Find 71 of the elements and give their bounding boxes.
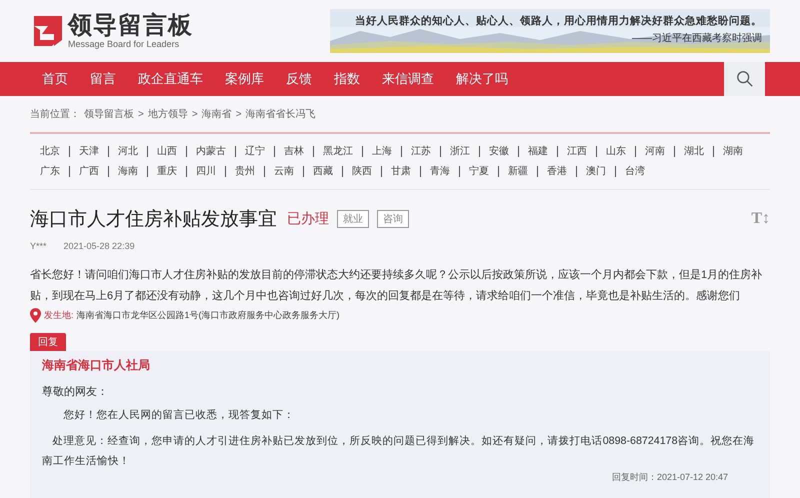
site-title: 领导留言板 (68, 13, 193, 39)
nav-link[interactable]: 案例库 (214, 62, 275, 96)
region-link[interactable]: 河南 (635, 146, 674, 156)
region-link[interactable]: 甘肃 (381, 166, 420, 176)
region-link[interactable]: 新疆 (498, 166, 537, 176)
nav-link[interactable]: 首页 (30, 62, 79, 96)
region-link[interactable]: 广西 (69, 166, 108, 176)
region-link[interactable]: 安徽 (479, 146, 518, 156)
region-link[interactable]: 江西 (557, 146, 596, 156)
region-link[interactable]: 江苏 (401, 146, 440, 156)
banner-quote-source: ——习近平在西藏考察时强调 (632, 32, 762, 45)
region-link[interactable]: 北京 (40, 146, 69, 156)
category-tag[interactable]: 咨询 (377, 210, 409, 228)
region-link[interactable]: 香港 (537, 166, 576, 176)
location-pin-icon (30, 308, 41, 323)
breadcrumb-label: 当前位置： (30, 108, 80, 121)
region-link[interactable]: 黑龙江 (313, 146, 362, 156)
region-link[interactable]: 内蒙古 (186, 146, 235, 156)
region-link[interactable]: 台湾 (615, 166, 654, 176)
location-address: 海南省海口市龙华区公园路1号(海口市政府服务中心政务服务大厅) (76, 309, 340, 322)
breadcrumb-separator: > (192, 108, 198, 120)
region-link[interactable]: 河北 (108, 146, 147, 156)
nav-link[interactable]: 来信调查 (371, 62, 445, 96)
nav-link[interactable]: 指数 (323, 62, 371, 96)
region-link[interactable]: 湖南 (713, 146, 752, 156)
reply-paragraph: 您好！您在人民网的留言已收悉，现答复如下： (62, 408, 296, 423)
region-link[interactable]: 贵州 (225, 166, 264, 176)
region-link[interactable]: 宁夏 (459, 166, 498, 176)
search-button[interactable] (724, 62, 765, 96)
category-tag[interactable]: 就业 (337, 210, 369, 228)
breadcrumb-separator: > (236, 108, 242, 120)
post-date: 2021-05-28 22:39 (64, 241, 135, 253)
location-label: 发生地: (44, 309, 74, 322)
breadcrumb-link[interactable]: 地方领导 (148, 107, 188, 121)
region-link[interactable]: 湖北 (674, 146, 713, 156)
region-link[interactable]: 福建 (518, 146, 557, 156)
breadcrumb-separator: > (138, 108, 144, 120)
region-link[interactable]: 四川 (186, 166, 225, 176)
region-link[interactable]: 海南 (108, 166, 147, 176)
nav-link[interactable]: 反馈 (275, 62, 323, 96)
nav-link[interactable]: 留言 (79, 62, 127, 96)
region-link[interactable]: 澳门 (576, 166, 615, 176)
region-link[interactable]: 天津 (69, 146, 108, 156)
region-link[interactable]: 陕西 (342, 166, 381, 176)
reply-department: 海南省海口市人社局 (42, 357, 151, 374)
nav-link[interactable]: 解决了吗 (445, 62, 519, 96)
message-title: 海口市人才住房补贴发放事宜 (30, 208, 277, 232)
nav-link[interactable]: 政企直通车 (127, 62, 214, 96)
search-icon (736, 70, 754, 88)
region-link[interactable]: 西藏 (303, 166, 342, 176)
region-link[interactable]: 山西 (147, 146, 186, 156)
status-label: 已办理 (287, 210, 329, 228)
breadcrumb-link[interactable]: 领导留言板 (84, 107, 134, 121)
message-body: 省长您好！请问咱们海口市人才住房补贴的发放目前的停滞状态大约还要持续多久呢？公示以后按政策所说，应该一个月内都会下款，但是1月的住房补贴，到现在马上6月了都还没有动静，这几个月中也咨询过好几次，每次的回复都是在等待，请求给咱们一个准信，毕竟也是补贴生活的。感谢您们 (30, 268, 764, 304)
region-link[interactable]: 上海 (362, 146, 401, 156)
region-link[interactable]: 吉林 (274, 146, 313, 156)
region-link[interactable]: 辽宁 (235, 146, 274, 156)
site-subtitle: Message Board for Leaders (68, 39, 180, 49)
region-link[interactable]: 云南 (264, 166, 303, 176)
author-name: Y*** (30, 241, 47, 253)
reply-time: 回复时间：2021-07-12 20:47 (612, 471, 728, 484)
region-link[interactable]: 山东 (596, 146, 635, 156)
breadcrumb-link[interactable]: 海南省省长冯飞 (246, 107, 316, 121)
region-link[interactable]: 青海 (420, 166, 459, 176)
banner-slogan: 当好人民群众的知心人、贴心人、领路人，用心用情用力解决好群众急难愁盼问题。 (355, 14, 762, 28)
region-link[interactable]: 浙江 (440, 146, 479, 156)
breadcrumb-link[interactable]: 海南省 (202, 107, 232, 121)
reply-paragraph: 处理意见：经查询，您申请的人才引进住房补贴已发放到位，所反映的问题已得到解决。如还有疑问，请拨打电话0898-68724178咨询。祝您在海南工作生活愉快！ (42, 434, 756, 469)
region-link[interactable]: 重庆 (147, 166, 186, 176)
reply-greeting: 尊敬的网友： (42, 384, 109, 399)
region-link[interactable]: 广东 (40, 166, 69, 176)
